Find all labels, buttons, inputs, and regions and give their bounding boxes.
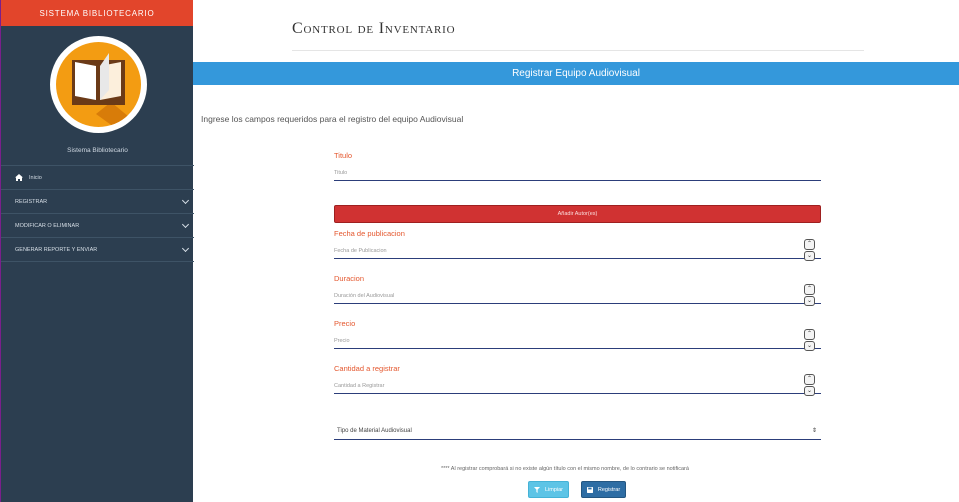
titulo-input[interactable]: Titulo	[334, 167, 821, 181]
sidebar-item-label: REGISTRAR	[15, 198, 48, 205]
sidebar-header: SISTEMA BIBLIOTECARIO	[1, 0, 193, 26]
precio-input[interactable]: Precio ⌃ ⌄	[334, 329, 821, 351]
spinner-down-icon[interactable]: ⌄	[804, 295, 815, 306]
register-button[interactable]: Registrar	[581, 481, 626, 498]
fecha-label: Fecha de publicacion	[334, 229, 405, 238]
tipo-material-select[interactable]: Tipo de Material Audiovisual ⇕	[334, 422, 821, 440]
duracion-field-group: Duracion Duración del Audiovisual ⌃ ⌄	[334, 274, 821, 306]
sidebar-item-label: Inicio	[29, 174, 42, 181]
spinner-up-icon[interactable]: ⌃	[804, 239, 815, 250]
fecha-field-group: Fecha de publicacion Fecha de Publicacio…	[334, 229, 821, 261]
spinner-down-icon[interactable]: ⌄	[804, 250, 815, 261]
sidebar-item-registrar[interactable]: REGISTRAR	[1, 190, 194, 214]
sidebar-item-label: MODIFICAR O ELIMINAR	[15, 222, 80, 229]
duracion-input[interactable]: Duración del Audiovisual ⌃ ⌄	[334, 284, 821, 306]
duracion-placeholder: Duración del Audiovisual	[334, 293, 395, 299]
section-banner: Registrar Equipo Audiovisual	[193, 62, 959, 85]
chevron-down-icon	[181, 196, 190, 204]
precio-label: Precio	[334, 319, 356, 328]
fecha-spinner[interactable]: ⌃ ⌄	[804, 239, 815, 261]
spinner-up-icon[interactable]: ⌃	[804, 284, 815, 295]
sidebar: SISTEMA BIBLIOTECARIO Sistema Biblioteca…	[0, 0, 194, 502]
form-note: **** Al registrar comprobará si no exist…	[441, 466, 689, 472]
sidebar-item-label: GENERAR REPORTE Y ENVIAR	[15, 246, 98, 253]
clear-button[interactable]: Limpiar	[528, 481, 569, 498]
logo-caption: Sistema Bibliotecario	[67, 147, 128, 154]
chevron-down-icon	[181, 244, 190, 252]
cantidad-placeholder: Cantidad a Registrar	[334, 383, 385, 389]
duracion-spinner[interactable]: ⌃ ⌄	[804, 284, 815, 306]
main-content: Control de Inventario Registrar Equipo A…	[193, 0, 959, 502]
sidebar-item-inicio[interactable]: Inicio	[1, 166, 194, 190]
register-button-label: Registrar	[597, 486, 621, 493]
duracion-label: Duracion	[334, 274, 365, 283]
titulo-field-group: Titulo Titulo	[334, 151, 821, 181]
precio-spinner[interactable]: ⌃ ⌄	[804, 329, 815, 351]
spinner-down-icon[interactable]: ⌄	[804, 385, 815, 396]
precio-placeholder: Precio	[334, 338, 350, 344]
cantidad-spinner[interactable]: ⌃ ⌄	[804, 374, 815, 396]
title-divider	[292, 50, 864, 51]
chevron-down-icon	[181, 220, 190, 228]
form-intro: Ingrese los campos requeridos para el re…	[201, 114, 464, 124]
home-icon	[15, 174, 23, 181]
spinner-up-icon[interactable]: ⌃	[804, 374, 815, 385]
titulo-label: Titulo	[334, 151, 353, 160]
book-logo-icon	[72, 53, 141, 127]
select-arrows-icon: ⇕	[811, 428, 817, 434]
spinner-up-icon[interactable]: ⌃	[804, 329, 815, 340]
precio-field-group: Precio Precio ⌃ ⌄	[334, 319, 821, 351]
sidebar-menu: Inicio REGISTRAR MODIFICAR O ELIMINAR GE…	[1, 165, 194, 262]
filter-icon	[533, 486, 540, 493]
spinner-down-icon[interactable]: ⌄	[804, 340, 815, 351]
clear-button-label: Limpiar	[544, 486, 564, 493]
fecha-placeholder: Fecha de Publicacion	[334, 248, 387, 254]
page-title: Control de Inventario	[292, 20, 456, 37]
add-author-button[interactable]: Añadir Autor(es)	[334, 205, 821, 223]
sidebar-item-generar-reporte[interactable]: GENERAR REPORTE Y ENVIAR	[1, 238, 194, 262]
tipo-material-selected: Tipo de Material Audiovisual	[337, 427, 412, 434]
save-icon	[586, 486, 593, 493]
cantidad-input[interactable]: Cantidad a Registrar ⌃ ⌄	[334, 374, 821, 396]
fecha-input[interactable]: Fecha de Publicacion ⌃ ⌄	[334, 239, 821, 261]
cantidad-field-group: Cantidad a registrar Cantidad a Registra…	[334, 364, 821, 396]
sidebar-item-modificar-eliminar[interactable]: MODIFICAR O ELIMINAR	[1, 214, 194, 238]
cantidad-label: Cantidad a registrar	[334, 364, 400, 373]
app-logo	[50, 36, 147, 133]
